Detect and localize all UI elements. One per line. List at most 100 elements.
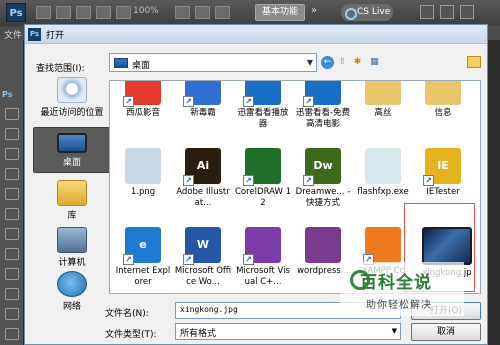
place-network[interactable]: 网络 bbox=[33, 271, 111, 312]
file-label: Microsoft Office Wo... bbox=[174, 266, 232, 287]
file-label: 1.png bbox=[130, 187, 156, 197]
shortcut-arrow-icon: ↗ bbox=[123, 96, 134, 107]
cancel-button[interactable]: 取消 bbox=[411, 323, 481, 341]
rotate-view-icon[interactable] bbox=[195, 6, 210, 19]
file-label: 新毒霸 bbox=[190, 108, 216, 118]
file-label: Adobe Illustrat... bbox=[176, 187, 230, 208]
brush-tool-icon[interactable] bbox=[5, 208, 19, 220]
file-type-value: 所有格式 bbox=[180, 329, 217, 339]
marquee-tool-icon[interactable] bbox=[5, 108, 19, 120]
eraser-tool-icon[interactable] bbox=[5, 268, 19, 280]
zoom-level-icon[interactable] bbox=[96, 6, 111, 19]
file-item[interactable]: 信息 bbox=[414, 81, 472, 119]
shortcut-arrow-icon: ↗ bbox=[243, 96, 254, 107]
eyedropper-tool-icon[interactable] bbox=[5, 168, 19, 180]
file-label: Microsoft Visual C+... bbox=[236, 266, 290, 287]
place-computer[interactable]: 计算机 bbox=[33, 227, 111, 268]
shortcut-arrow-icon: ↗ bbox=[243, 254, 254, 265]
file-item[interactable]: Ai ↗ Adobe Illustrat... bbox=[174, 148, 232, 209]
file-label: Dreamwe... - 快捷方式 bbox=[295, 187, 351, 208]
computer-icon bbox=[57, 227, 87, 253]
chevron-down-icon: ▼ bbox=[391, 327, 397, 335]
place-label: 库 bbox=[67, 211, 77, 221]
photoshop-topbar: Ps 100% 基本功能 » CS Live bbox=[0, 0, 500, 26]
dialog-titlebar[interactable]: Ps 打开 bbox=[25, 25, 487, 44]
photoshop-right-panel bbox=[488, 40, 500, 345]
cs-live-button[interactable]: CS Live bbox=[341, 4, 393, 21]
new-folder-icon[interactable]: ✱ bbox=[351, 56, 364, 69]
zoom-level[interactable]: 100% bbox=[133, 6, 159, 16]
place-recent[interactable]: 最近访问的位置 bbox=[33, 77, 111, 118]
file-item[interactable]: ↗ 迅雷看看播放器 bbox=[234, 81, 292, 130]
view-extras-icon[interactable] bbox=[76, 6, 91, 19]
places-bar: 最近访问的位置 桌面 库 计算机 网络 bbox=[33, 77, 111, 312]
file-icon: e ↗ bbox=[123, 227, 161, 265]
mini-bridge-icon[interactable] bbox=[56, 6, 71, 19]
file-icon: ↗ bbox=[243, 227, 281, 265]
file-label: 信息 bbox=[434, 108, 452, 118]
workspace-more-chevron-icon[interactable]: » bbox=[311, 5, 317, 16]
shortcut-arrow-icon: ↗ bbox=[303, 175, 314, 186]
file-item[interactable]: ↗ 迅雷看看-免费高清电影 bbox=[294, 81, 352, 130]
photoshop-logo: Ps bbox=[6, 3, 26, 22]
gradient-tool-icon[interactable] bbox=[5, 288, 19, 300]
workspace-button[interactable]: 基本功能 bbox=[255, 4, 305, 21]
maximize-icon[interactable] bbox=[440, 5, 454, 19]
library-icon bbox=[57, 180, 87, 206]
crop-tool-icon[interactable] bbox=[5, 148, 19, 160]
file-icon: ↗ bbox=[243, 148, 281, 186]
folder-icon[interactable] bbox=[467, 56, 481, 68]
file-item[interactable]: e ↗ Internet Explorer bbox=[114, 227, 172, 288]
history-brush-tool-icon[interactable] bbox=[5, 248, 19, 260]
network-icon bbox=[57, 271, 87, 297]
back-icon[interactable]: ← bbox=[321, 56, 334, 69]
arrange-documents-icon[interactable] bbox=[116, 6, 131, 19]
file-item[interactable]: flashfxp.exe bbox=[354, 148, 412, 198]
up-folder-icon[interactable]: ⇧ bbox=[336, 56, 349, 69]
file-item[interactable]: 1.png bbox=[114, 148, 172, 198]
file-icon: ↗ bbox=[183, 81, 221, 107]
file-item[interactable]: W ↗ Microsoft Office Wo... bbox=[174, 227, 232, 288]
minimize-icon[interactable] bbox=[420, 5, 434, 19]
file-item[interactable]: 高丝 bbox=[354, 81, 412, 119]
desktop-folder-icon bbox=[114, 58, 128, 68]
file-icon: ↗ bbox=[243, 81, 281, 107]
watermark: 百科全说 助你轻松解决 bbox=[340, 262, 464, 316]
view-menu-icon[interactable]: ▦ bbox=[368, 56, 381, 69]
lasso-tool-icon[interactable] bbox=[5, 128, 19, 140]
file-item[interactable]: ↗ CorelDRAW 12 bbox=[234, 148, 292, 209]
recent-places-icon bbox=[57, 77, 87, 103]
stamp-tool-icon[interactable] bbox=[5, 228, 19, 240]
shortcut-arrow-icon: ↗ bbox=[183, 175, 194, 186]
file-item[interactable]: ↗ 西瓜影音 bbox=[114, 81, 172, 119]
dodge-tool-icon[interactable] bbox=[5, 308, 19, 320]
file-label: flashfxp.exe bbox=[357, 187, 409, 197]
file-item[interactable]: ↗ Microsoft Visual C+... bbox=[234, 227, 292, 288]
file-label: 高丝 bbox=[374, 108, 392, 118]
shortcut-arrow-icon: ↗ bbox=[243, 175, 254, 186]
look-in-dropdown[interactable]: 桌面 ▼ bbox=[109, 53, 317, 72]
file-item[interactable]: ↗ 新毒霸 bbox=[174, 81, 232, 119]
screen-mode-icon[interactable] bbox=[215, 6, 230, 19]
file-item[interactable]: IE ↗ IETester bbox=[414, 148, 472, 198]
dialog-title: 打开 bbox=[46, 31, 65, 41]
file-icon bbox=[365, 81, 401, 105]
file-icon: Dw ↗ bbox=[303, 148, 341, 186]
place-desktop[interactable]: 桌面 bbox=[33, 127, 111, 173]
close-icon[interactable] bbox=[460, 5, 474, 19]
file-icon bbox=[365, 148, 401, 184]
toolbox-ps-label: Ps bbox=[2, 90, 13, 99]
pen-tool-icon[interactable] bbox=[5, 328, 19, 340]
healing-tool-icon[interactable] bbox=[5, 188, 19, 200]
hand-tool-icon[interactable] bbox=[175, 6, 190, 19]
file-icon: ↗ bbox=[303, 81, 341, 107]
desktop-icon bbox=[57, 133, 87, 153]
file-item[interactable]: Dw ↗ Dreamwe... - 快捷方式 bbox=[294, 148, 352, 209]
file-icon: Ai ↗ bbox=[183, 148, 221, 186]
file-type-dropdown[interactable]: 所有格式 ▼ bbox=[175, 323, 401, 340]
file-label: CorelDRAW 12 bbox=[234, 187, 291, 208]
file-icon: ↗ bbox=[363, 227, 401, 265]
place-library[interactable]: 库 bbox=[33, 180, 111, 221]
file-label: 西瓜影音 bbox=[125, 108, 160, 118]
bridge-icon[interactable] bbox=[36, 6, 51, 19]
